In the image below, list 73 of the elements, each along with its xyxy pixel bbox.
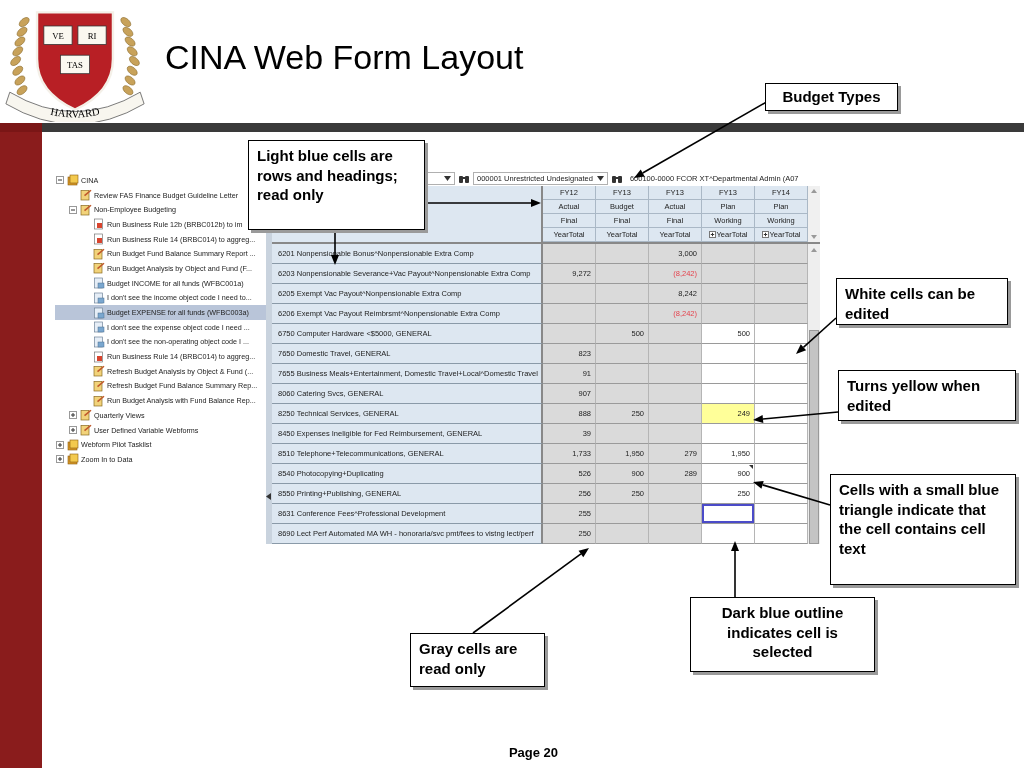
clipboard-icon: [93, 394, 105, 407]
input-cell[interactable]: [755, 364, 808, 384]
input-cell[interactable]: [702, 344, 755, 364]
input-cell[interactable]: [755, 424, 808, 444]
scrollbar[interactable]: [808, 244, 820, 544]
input-cell[interactable]: [755, 404, 808, 424]
input-cell[interactable]: [755, 324, 808, 344]
book: [60, 54, 90, 74]
form-icon: [93, 321, 105, 334]
expand-icon[interactable]: [708, 231, 716, 238]
expand-icon[interactable]: [56, 440, 64, 449]
input-cell[interactable]: [702, 424, 755, 444]
callout-tooltip: Turns yellow when edited: [838, 370, 1016, 421]
callout-tooltip: Budget Types: [765, 83, 898, 111]
callout-tooltip: Light blue cells are rows and headings; read only: [248, 140, 425, 230]
binoculars-icon[interactable]: [458, 173, 470, 184]
folder-icon: [67, 453, 79, 466]
input-cell[interactable]: [702, 364, 755, 384]
clipboard-icon: [93, 365, 105, 378]
clipboard-icon: [80, 203, 92, 216]
callout-tooltip: Gray cells are read only: [410, 633, 545, 687]
logo-text: HARVARD: [49, 104, 101, 119]
expand-icon[interactable]: [56, 455, 64, 464]
document-icon: [93, 233, 105, 246]
scroll-up-icon[interactable]: [811, 189, 817, 193]
form-icon: [93, 306, 105, 319]
form-icon: [93, 291, 105, 304]
caret-icon: [444, 176, 451, 181]
scrollbar[interactable]: [808, 186, 820, 242]
caret-icon: [596, 176, 604, 181]
arrow: [796, 317, 837, 354]
clipboard-icon: [80, 424, 92, 437]
form-icon: [93, 277, 105, 290]
callout-tooltip: Dark blue outline indicates cell is selected: [690, 597, 875, 672]
slide-title: CINA Web Form Layout: [165, 38, 524, 77]
book: [77, 25, 107, 45]
form-icon: [93, 335, 105, 348]
scroll-up-icon[interactable]: [811, 248, 817, 252]
input-cell[interactable]: [755, 344, 808, 364]
logo-text: VE: [52, 30, 64, 41]
callout-tooltip: Cells with a small blue triangle indicate that the cell contains cell text: [830, 474, 1016, 585]
input-cell[interactable]: [755, 384, 808, 404]
input-cell[interactable]: [755, 524, 808, 544]
logo-text: TAS: [67, 59, 83, 70]
logo-text: RI: [87, 30, 97, 41]
folder-icon: [67, 438, 79, 451]
clipboard-icon: [93, 247, 105, 260]
book: [43, 25, 73, 45]
clipboard-icon: [93, 379, 105, 392]
expand-icon[interactable]: [69, 411, 77, 420]
input-cell[interactable]: [755, 504, 808, 524]
collapse-icon[interactable]: [56, 176, 64, 185]
arrow: [731, 541, 739, 598]
clipboard-icon: [80, 189, 92, 202]
input-cell[interactable]: [702, 384, 755, 404]
scroll-thumb[interactable]: [809, 330, 819, 544]
expand-icon[interactable]: [69, 426, 77, 435]
expand-icon[interactable]: [761, 231, 769, 238]
document-icon: [93, 218, 105, 231]
clipboard-icon: [93, 262, 105, 275]
callout-tooltip: White cells can be edited: [836, 278, 1008, 325]
binoculars-icon[interactable]: [610, 173, 623, 184]
scroll-down-icon[interactable]: [811, 235, 817, 239]
input-cell[interactable]: [755, 484, 808, 504]
input-cell[interactable]: [702, 504, 755, 524]
page-number: Page 20: [508, 745, 559, 760]
collapse-icon[interactable]: [69, 205, 77, 214]
clipboard-icon: [80, 409, 92, 422]
folder-icon: [67, 174, 79, 187]
input-cell[interactable]: [755, 464, 808, 484]
document-icon: [93, 350, 105, 363]
input-cell[interactable]: [755, 444, 808, 464]
input-cell[interactable]: [702, 524, 755, 544]
